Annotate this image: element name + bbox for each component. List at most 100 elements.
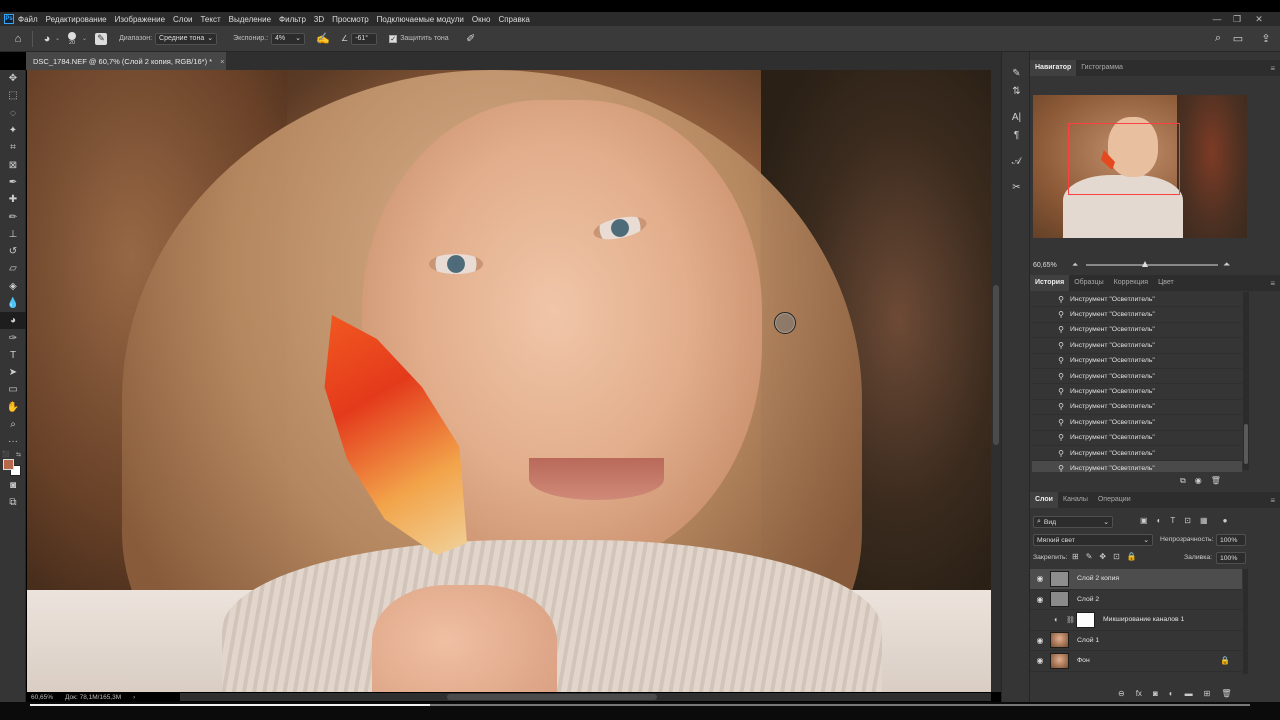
- history-item[interactable]: ⚲ Инструмент "Осветлитель": [1032, 353, 1242, 369]
- healing-brush-tool-icon[interactable]: ✚: [0, 191, 26, 208]
- filter-adjustment-icon[interactable]: ◐: [1157, 516, 1162, 525]
- share-icon[interactable]: ⇪: [1258, 31, 1274, 47]
- menu-text[interactable]: Текст: [200, 15, 220, 24]
- blend-mode-select[interactable]: Мягкий свет ⌄: [1033, 534, 1153, 546]
- minimize-icon[interactable]: —: [1210, 12, 1224, 26]
- opacity-input[interactable]: 100%: [1216, 534, 1246, 546]
- chevron-right-icon[interactable]: ›: [133, 694, 135, 701]
- eyedropper-tool-icon[interactable]: ✒: [0, 174, 26, 191]
- type-tool-icon[interactable]: T: [0, 347, 26, 364]
- menu-filter[interactable]: Фильтр: [279, 15, 306, 24]
- brush-size-picker[interactable]: 20: [68, 31, 77, 46]
- path-selection-tool-icon[interactable]: ➤: [0, 364, 26, 381]
- layer-mask-thumbnail[interactable]: [1076, 611, 1095, 628]
- lasso-tool-icon[interactable]: ◌: [0, 105, 26, 122]
- character-panel-icon[interactable]: A|: [1002, 108, 1031, 126]
- protect-tones-checkbox[interactable]: ✓: [389, 34, 398, 43]
- fill-input[interactable]: 100%: [1216, 552, 1246, 564]
- more-tools-icon[interactable]: ···: [0, 433, 26, 450]
- screen-mode-icon[interactable]: ⧉: [0, 494, 26, 511]
- exposure-input[interactable]: 4% ⌄: [271, 32, 306, 45]
- scroll-thumb[interactable]: [447, 694, 657, 700]
- tab-adjustments[interactable]: Коррекция: [1109, 275, 1153, 291]
- navigator-thumbnail[interactable]: [1033, 95, 1247, 238]
- angle-input[interactable]: -61°: [351, 32, 378, 45]
- tab-color[interactable]: Цвет: [1153, 275, 1179, 291]
- lock-all-icon[interactable]: 🔒: [1127, 552, 1137, 561]
- layer-row[interactable]: ◉ Слой 2: [1030, 590, 1242, 610]
- filter-smart-object-icon[interactable]: ▦: [1200, 516, 1208, 525]
- layer-thumbnail[interactable]: [1050, 632, 1069, 649]
- lock-artboard-icon[interactable]: ⊡: [1113, 552, 1120, 561]
- layer-filter-select[interactable]: ⌕ Вид ⌄: [1033, 516, 1113, 528]
- tools-presets-panel-icon[interactable]: ✂: [1002, 178, 1031, 196]
- menu-plugins[interactable]: Подключаемые модули: [377, 15, 464, 24]
- restore-icon[interactable]: ❐: [1230, 12, 1244, 26]
- menu-edit[interactable]: Редактирование: [46, 15, 107, 24]
- search-icon[interactable]: ⌕: [1210, 31, 1226, 47]
- scroll-thumb[interactable]: [993, 285, 999, 445]
- navigator-zoom-value[interactable]: 60,65%: [1033, 262, 1057, 269]
- rectangle-tool-icon[interactable]: ▭: [0, 381, 26, 398]
- layer-row[interactable]: ◉ Слой 1: [1030, 631, 1242, 651]
- history-scrollbar[interactable]: [1243, 292, 1249, 470]
- horizontal-scrollbar[interactable]: [180, 693, 991, 701]
- color-swatches[interactable]: ⬛ ⇆: [0, 451, 25, 477]
- add-mask-icon[interactable]: ◙: [1153, 689, 1158, 698]
- visibility-eye-icon[interactable]: ◉: [1030, 636, 1050, 645]
- panel-menu-icon[interactable]: ≡: [1270, 496, 1275, 505]
- history-item[interactable]: ⚲ Инструмент "Осветлитель": [1032, 399, 1242, 416]
- layer-name[interactable]: Слой 2: [1077, 596, 1099, 603]
- clone-stamp-tool-icon[interactable]: ⊥: [0, 226, 26, 243]
- delete-icon[interactable]: 🗑: [1221, 689, 1231, 698]
- view-proxy-frame[interactable]: [1068, 123, 1180, 195]
- crop-tool-icon[interactable]: ⌗: [0, 139, 26, 156]
- history-item[interactable]: ⚲ Инструмент "Осветлитель": [1032, 292, 1242, 308]
- close-icon[interactable]: ✕: [1252, 12, 1266, 26]
- menu-image[interactable]: Изображение: [115, 15, 165, 24]
- zoom-out-icon[interactable]: ⏶: [1072, 260, 1078, 270]
- close-icon[interactable]: ×: [220, 57, 224, 66]
- history-item[interactable]: ⚲ Инструмент "Осветлитель": [1032, 445, 1242, 462]
- quick-mask-icon[interactable]: ◙: [0, 477, 26, 494]
- layer-thumbnail[interactable]: [1050, 591, 1069, 608]
- layer-thumbnail[interactable]: [1050, 652, 1069, 669]
- workspace-icon[interactable]: ▭: [1230, 31, 1246, 47]
- glyphs-panel-icon[interactable]: 𝒜: [1002, 152, 1031, 170]
- eraser-tool-icon[interactable]: ▱: [0, 260, 26, 277]
- layer-name[interactable]: Микширование каналов 1: [1103, 616, 1184, 623]
- foreground-color-swatch[interactable]: [3, 458, 14, 470]
- menu-select[interactable]: Выделение: [229, 15, 271, 24]
- layer-name[interactable]: Слой 1: [1077, 637, 1099, 644]
- move-tool-icon[interactable]: ✥: [0, 70, 26, 87]
- group-icon[interactable]: ▬: [1185, 689, 1193, 698]
- pressure-size-icon[interactable]: ✐: [463, 31, 479, 47]
- lock-icon[interactable]: 🔒: [1220, 656, 1230, 665]
- zoom-readout[interactable]: 60,65%: [31, 694, 53, 701]
- filter-shape-icon[interactable]: ⊡: [1184, 516, 1191, 525]
- history-item[interactable]: ⚲ Инструмент "Осветлитель": [1032, 322, 1242, 339]
- paint-bucket-tool-icon[interactable]: ◈: [0, 278, 26, 295]
- default-colors-icon[interactable]: ⬛: [2, 451, 9, 458]
- tab-swatches[interactable]: Образцы: [1069, 275, 1108, 291]
- visibility-eye-icon[interactable]: ◉: [1030, 574, 1050, 583]
- layer-style-icon[interactable]: fx: [1136, 689, 1142, 698]
- layer-row[interactable]: ◉ Слой 2 копия: [1030, 569, 1242, 590]
- tab-layers[interactable]: Слои: [1030, 492, 1058, 508]
- panel-menu-icon[interactable]: ≡: [1270, 64, 1275, 73]
- menu-file[interactable]: Файл: [18, 15, 38, 24]
- lock-position-icon[interactable]: ✥: [1099, 552, 1106, 561]
- lock-transparency-icon[interactable]: ⊞: [1072, 552, 1079, 561]
- adjustment-layer-icon[interactable]: ◐: [1169, 689, 1174, 698]
- tab-history[interactable]: История: [1030, 275, 1070, 291]
- swap-colors-icon[interactable]: ⇆: [16, 451, 21, 458]
- new-document-from-state-icon[interactable]: ⧉: [1180, 476, 1186, 488]
- hand-tool-icon[interactable]: ✋: [0, 399, 26, 416]
- history-item[interactable]: ⚲ Инструмент "Осветлитель": [1032, 307, 1242, 323]
- layer-name[interactable]: Фон: [1077, 657, 1090, 664]
- layer-thumbnail[interactable]: [1050, 570, 1069, 587]
- zoom-slider-knob[interactable]: [1142, 261, 1149, 267]
- panel-menu-icon[interactable]: ≡: [1270, 279, 1275, 288]
- menu-view[interactable]: Просмотр: [332, 15, 369, 24]
- lock-pixels-icon[interactable]: ✎: [1086, 552, 1093, 561]
